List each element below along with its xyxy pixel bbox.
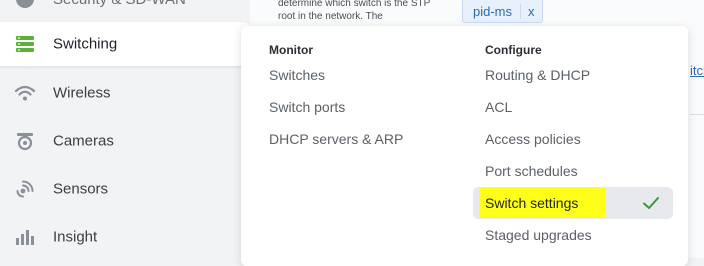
menu-item-label: Switch settings: [485, 195, 579, 211]
sidebar: Security & SD-WAN Switching Wireless Cam…: [0, 0, 250, 258]
bar-chart-icon: [16, 230, 34, 245]
sidebar-item-switching[interactable]: Switching: [0, 22, 250, 66]
tag-remove-button[interactable]: x: [520, 3, 542, 19]
menu-item-staged-upgrades[interactable]: Staged upgrades: [485, 227, 592, 243]
sidebar-item-label: Security & SD-WAN: [53, 0, 186, 8]
tag-label: pid-ms: [473, 3, 513, 19]
sidebar-item-cameras[interactable]: Cameras: [0, 119, 250, 163]
menu-item-switches[interactable]: Switches: [269, 67, 325, 83]
sidebar-item-label: Sensors: [53, 180, 109, 198]
camera-icon: [17, 133, 33, 151]
sensor-icon: [16, 180, 34, 198]
setting-description: determine which switch is the STP root i…: [278, 0, 431, 22]
background-link[interactable]: itch: [690, 63, 704, 78]
menu-item-acl[interactable]: ACL: [485, 99, 512, 115]
tag-chip: pid-ms x: [462, 0, 543, 23]
sidebar-item-insight[interactable]: Insight: [0, 215, 250, 259]
shield-icon: [16, 0, 34, 8]
monitor-heading: Monitor: [269, 43, 313, 57]
checkmark-icon: [643, 197, 659, 209]
sidebar-item-label: Wireless: [53, 84, 111, 102]
sidebar-item-wireless[interactable]: Wireless: [0, 71, 250, 115]
sidebar-item-sensors[interactable]: Sensors: [0, 167, 250, 211]
sidebar-item-label: Cameras: [53, 132, 114, 150]
sidebar-item-security[interactable]: Security & SD-WAN: [0, 0, 250, 10]
menu-item-access-policies[interactable]: Access policies: [485, 131, 581, 147]
menu-item-routing-dhcp[interactable]: Routing & DHCP: [485, 67, 590, 83]
sidebar-item-label: Switching: [53, 35, 118, 53]
menu-item-port-schedules[interactable]: Port schedules: [485, 163, 578, 179]
switch-icon: [16, 36, 34, 52]
configure-heading: Configure: [485, 43, 542, 57]
menu-item-dhcp-servers-arp[interactable]: DHCP servers & ARP: [269, 131, 403, 147]
sidebar-item-label: Insight: [53, 228, 98, 246]
menu-item-switch-ports[interactable]: Switch ports: [269, 99, 345, 115]
wifi-icon: [14, 85, 36, 101]
divider: [690, 114, 704, 115]
